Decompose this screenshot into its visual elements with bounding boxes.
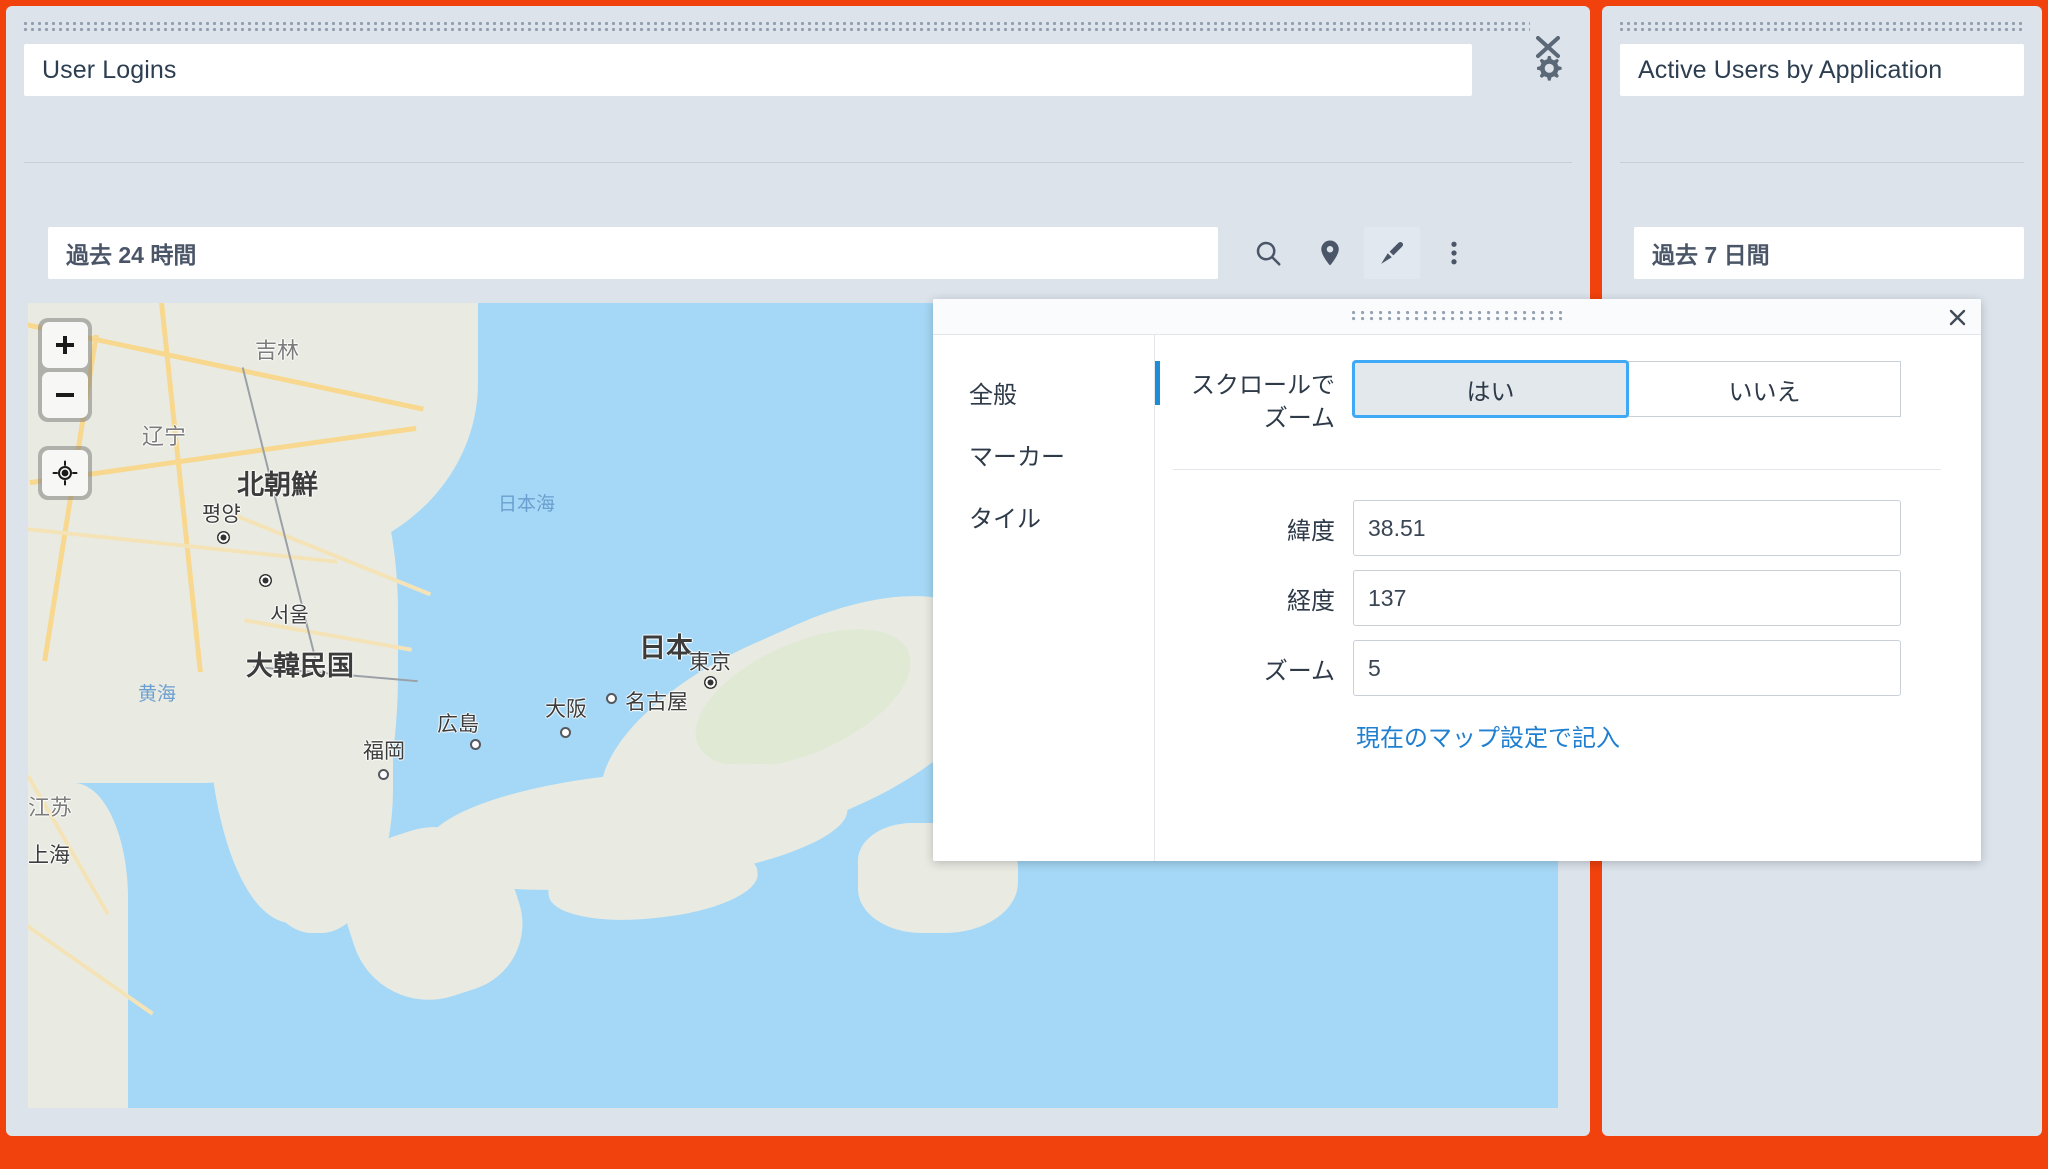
scroll-zoom-label: スクロールでズーム — [1191, 372, 1335, 433]
map-label-province: 辽宁 — [142, 424, 187, 449]
map-label-province: 吉林 — [255, 338, 300, 363]
map-label-sea: 日本海 — [498, 494, 556, 515]
map-city-dot — [217, 531, 230, 544]
zoom-in-button[interactable] — [42, 322, 88, 368]
dialog-nav-item-tiles[interactable]: タイル — [933, 485, 1154, 547]
map-label-province: 江苏 — [28, 795, 73, 820]
map-city-dot — [560, 727, 571, 738]
panel-query-row: 過去 7 日間 — [1634, 227, 2024, 279]
map-label-city: 広島 — [437, 713, 479, 736]
map-label-sea: 黄海 — [138, 684, 177, 705]
map-city-dot — [259, 574, 272, 587]
scroll-zoom-row: スクロールでズーム はい いいえ — [1155, 361, 1961, 435]
map-label-country: 北朝鮮 — [237, 470, 318, 500]
map-city-dot — [470, 739, 481, 750]
close-icon[interactable] — [1943, 303, 1971, 331]
more-vertical-icon[interactable] — [1426, 227, 1482, 279]
dialog-body: 全般 マーカー タイル スクロールでズーム はい いいえ 緯度 38.51 経度… — [933, 335, 1981, 861]
search-icon[interactable] — [1240, 227, 1296, 279]
scroll-zoom-yes-button[interactable]: はい — [1353, 361, 1628, 417]
map-landmass-china-south — [28, 783, 128, 1108]
map-label-city: 福岡 — [363, 740, 405, 763]
dialog-nav-item-markers[interactable]: マーカー — [933, 423, 1154, 485]
map-label-city: 名古屋 — [625, 691, 688, 714]
latitude-row: 緯度 38.51 — [1155, 500, 1961, 557]
map-city-dot — [378, 769, 389, 780]
dialog-content: スクロールでズーム はい いいえ 緯度 38.51 経度 137 ズーム 5 現… — [1155, 335, 1981, 861]
zoom-input[interactable]: 5 — [1353, 640, 1901, 697]
panel-header-divider — [1620, 162, 2024, 163]
map-city-dot — [704, 676, 717, 689]
panel-query-row: 過去 24 時間 — [48, 227, 1548, 279]
locate-me-button[interactable] — [42, 450, 88, 496]
longitude-row: 経度 137 — [1155, 570, 1961, 627]
panel-title-input[interactable]: User Logins — [24, 44, 1472, 96]
gear-icon[interactable] — [1528, 34, 1572, 90]
dialog-title-bar — [933, 299, 1981, 335]
longitude-label: 経度 — [1287, 587, 1335, 615]
dialog-section-divider — [1173, 469, 1941, 471]
dialog-nav-item-general[interactable]: 全般 — [933, 361, 1154, 423]
panel-title-input[interactable]: Active Users by Application — [1620, 44, 2024, 96]
map-locate-control — [38, 446, 92, 500]
time-range-input[interactable]: 過去 24 時間 — [48, 227, 1218, 279]
drag-dots-handle[interactable] — [1352, 311, 1562, 322]
map-toolbar — [1240, 227, 1482, 279]
panel-drag-handle[interactable] — [1620, 22, 2024, 34]
active-section-indicator — [1155, 361, 1160, 405]
time-range-input[interactable]: 過去 7 日間 — [1634, 227, 2024, 279]
panel-header-divider — [24, 162, 1572, 163]
map-pin-icon[interactable] — [1302, 227, 1358, 279]
longitude-input[interactable]: 137 — [1353, 570, 1901, 627]
map-zoom-controls — [38, 318, 92, 422]
map-label-country: 日本 — [639, 633, 693, 663]
fill-from-current-map-link[interactable]: 現在のマップ設定で記入 — [1155, 718, 1961, 753]
map-city-dot — [606, 693, 617, 704]
map-label-city: 東京 — [689, 651, 731, 674]
map-label-city: 大阪 — [545, 698, 587, 721]
scroll-zoom-toggle-group: はい いいえ — [1353, 361, 1901, 417]
panel-drag-handle[interactable] — [24, 22, 1530, 34]
map-label-city: 평양 — [202, 503, 241, 526]
map-label-country: 大韓民国 — [246, 651, 354, 681]
latitude-label: 緯度 — [1287, 517, 1335, 545]
map-label-city: 서울 — [270, 604, 309, 627]
scroll-zoom-no-button[interactable]: いいえ — [1628, 361, 1901, 417]
map-options-dialog[interactable]: 全般 マーカー タイル スクロールでズーム はい いいえ 緯度 38.51 経度… — [933, 299, 1981, 861]
paintbrush-icon[interactable] — [1364, 227, 1420, 279]
map-label-city: 上海 — [28, 844, 70, 867]
dialog-nav: 全般 マーカー タイル — [933, 335, 1155, 861]
zoom-label: ズーム — [1263, 657, 1335, 685]
zoom-out-button[interactable] — [42, 372, 88, 418]
zoom-row: ズーム 5 — [1155, 640, 1961, 697]
latitude-input[interactable]: 38.51 — [1353, 500, 1901, 557]
